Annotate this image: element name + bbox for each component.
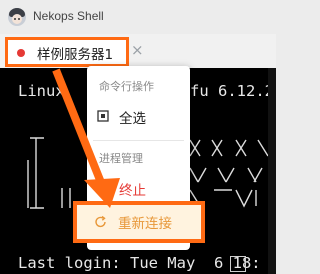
annotation-arrow (52, 68, 120, 208)
